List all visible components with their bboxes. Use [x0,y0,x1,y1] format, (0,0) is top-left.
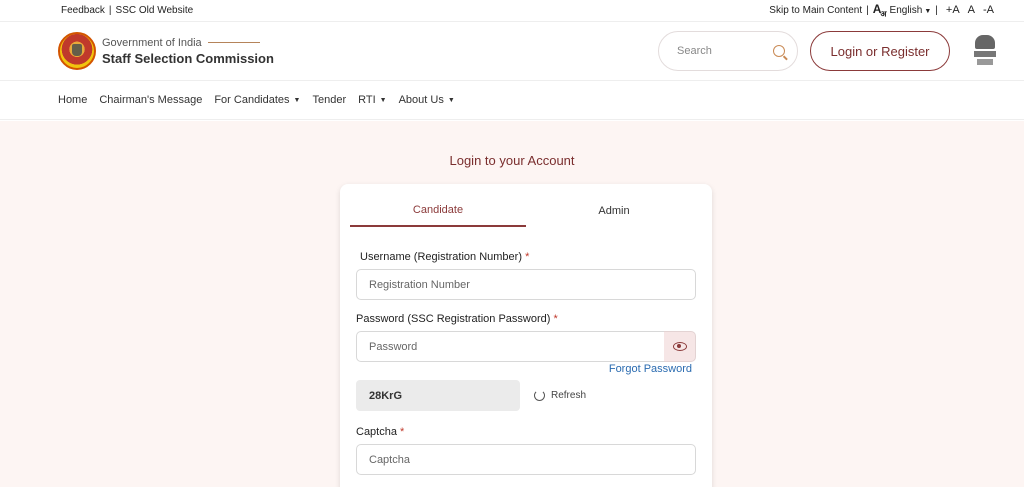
nav-chairmans-message[interactable]: Chairman's Message [99,94,202,106]
gov-line: Government of India [102,37,274,49]
header-actions: Login or Register [658,31,996,71]
captcha-input[interactable] [356,444,696,475]
nav-label: For Candidates [214,94,290,106]
refresh-icon [534,390,545,401]
login-card: Candidate Admin Username (Registration N… [340,184,712,487]
emblem-top [975,35,995,49]
language-select[interactable]: English ▼ [890,5,932,16]
eye-icon [672,342,687,351]
tab-admin[interactable]: Admin [526,194,702,227]
login-register-button[interactable]: Login or Register [810,31,950,71]
ssc-emblem-icon [58,32,96,70]
top-utility-bar: Feedback | SSC Old Website Skip to Main … [0,0,1024,22]
separator: | [108,5,112,16]
gov-label: Government of India [102,36,202,49]
emblem-mid [974,51,996,57]
search-box[interactable] [658,31,798,71]
nav-label: Chairman's Message [99,94,203,106]
refresh-label: Refresh [551,390,587,401]
required-mark: * [400,426,405,438]
page-title: Login to your Account [449,153,575,168]
password-input[interactable] [356,331,666,362]
feedback-link[interactable]: Feedback [61,5,105,16]
captcha-image: 28KrG [356,380,520,411]
language-icon-sub: अ [880,9,886,19]
font-decrease-button[interactable]: -A [983,4,994,16]
separator: | [935,4,938,16]
password-label-text: Password (SSC Registration Password) [356,313,551,325]
chevron-down-icon: ▼ [924,7,932,15]
skip-to-content-link[interactable]: Skip to Main Content [769,5,862,16]
required-mark: * [553,313,558,325]
required-mark: * [525,251,530,263]
nav-label: Home [58,94,88,106]
nav-label: RTI [358,94,376,106]
nav-tender[interactable]: Tender [312,94,346,106]
search-input[interactable] [677,45,757,57]
nav-rti[interactable]: RTI ▼ [358,94,386,106]
search-icon[interactable] [773,45,785,57]
chevron-down-icon: ▼ [379,96,387,104]
chevron-down-icon: ▼ [293,96,301,104]
login-tabs: Candidate Admin [350,194,702,227]
nav-home[interactable]: Home [58,94,87,106]
nav-label: Tender [312,94,347,106]
brand-text: Government of India Staff Selection Comm… [102,37,274,66]
national-emblem-icon [974,33,996,69]
separator: | [866,4,869,16]
tab-candidate[interactable]: Candidate [350,194,526,227]
captcha-label: Captcha * [356,426,404,438]
main-content: Login to your Account Candidate Admin Us… [0,121,1024,487]
font-increase-button[interactable]: +A [946,4,960,16]
site-header: Government of India Staff Selection Comm… [0,22,1024,81]
font-normal-button[interactable]: A [968,4,975,16]
forgot-password-link[interactable]: Forgot Password [609,363,692,375]
username-label-text: Username (Registration Number) [360,251,522,263]
old-website-link[interactable]: SSC Old Website [116,5,194,16]
language-icon: Aअ [873,3,887,19]
brand-logo[interactable]: Government of India Staff Selection Comm… [58,32,274,70]
username-label: Username (Registration Number) * [360,251,529,263]
accessibility-controls: Skip to Main Content | Aअ English ▼ | +A … [769,3,994,18]
org-name: Staff Selection Commission [102,50,274,66]
nav-label: About Us [398,94,444,106]
refresh-captcha-button[interactable]: Refresh [534,390,586,401]
nav-for-candidates[interactable]: For Candidates ▼ [214,94,300,106]
username-input[interactable] [356,269,696,300]
show-password-button[interactable] [664,331,696,362]
chevron-down-icon: ▼ [447,96,455,104]
language-label: English [889,4,923,16]
emblem-base [977,59,993,65]
password-label: Password (SSC Registration Password) * [356,313,558,325]
top-links: Feedback | SSC Old Website [61,5,193,16]
nav-about-us[interactable]: About Us ▼ [399,94,455,106]
decorative-line [207,42,260,43]
captcha-label-text: Captcha [356,426,397,438]
main-nav: Home Chairman's Message For Candidates ▼ … [0,81,1024,120]
